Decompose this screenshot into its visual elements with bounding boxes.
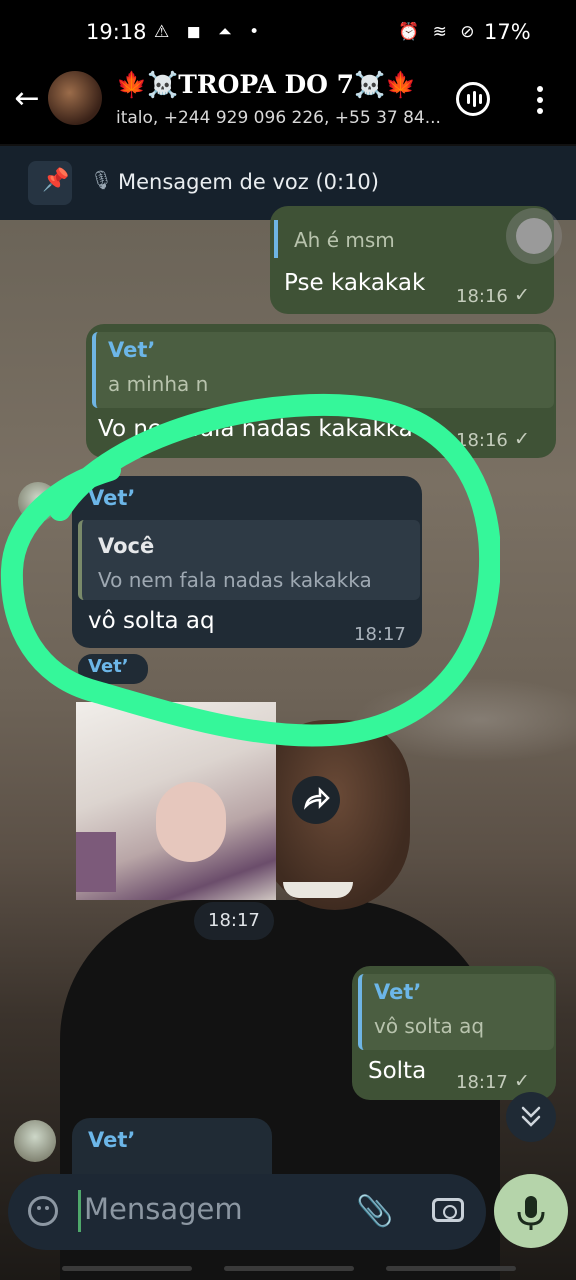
status-time: 19:18 <box>86 20 147 44</box>
microphone-icon: 🎙 <box>90 170 113 191</box>
voice-chat-icon[interactable] <box>456 82 490 116</box>
sent-check-icon: ✓ <box>514 284 530 306</box>
group-avatar[interactable] <box>48 71 102 125</box>
message-bubble-outgoing[interactable]: Vet’ vô solta aq Solta 18:17 ✓ <box>352 966 556 1100</box>
text-caret <box>78 1190 81 1232</box>
sender-avatar[interactable] <box>14 1120 56 1162</box>
chat-header: ← 🍁☠️TROPA DO 7☠️🍁 italo, +244 929 096 2… <box>0 64 576 144</box>
group-members[interactable]: italo, +244 929 096 226, +55 37 84... <box>116 108 441 128</box>
battery-level: 17% <box>484 20 531 44</box>
nav-bar <box>224 1266 354 1271</box>
quote-sender: Vet’ <box>108 338 156 362</box>
message-time: 18:16 <box>456 286 508 307</box>
system-icons: ⏰ ≋ ⊘ <box>398 22 479 42</box>
message-bubble-incoming[interactable]: Vet’ <box>72 1118 272 1174</box>
sent-check-icon: ✓ <box>514 428 530 450</box>
message-time: 18:17 <box>208 910 260 931</box>
quote-text: Ah é msm <box>294 228 395 252</box>
scroll-down-icon[interactable] <box>506 1092 556 1142</box>
quote-sender: Vet’ <box>374 980 422 1004</box>
message-sender: Vet’ <box>88 1128 136 1152</box>
floating-bubble[interactable] <box>506 208 562 264</box>
pin-icon: 📌 <box>42 168 70 193</box>
message-text: Pse kakakak <box>284 270 426 296</box>
sent-check-icon: ✓ <box>514 1070 530 1092</box>
wallpaper-smile <box>283 882 353 898</box>
status-bar: 19:18 ⚠ ◼ ⏶ • ⏰ ≋ ⊘ 17% <box>0 0 576 64</box>
microphone-icon[interactable] <box>494 1174 568 1248</box>
message-time: 18:17 <box>456 1072 508 1093</box>
notification-icons: ⚠ ◼ ⏶ • <box>154 22 266 42</box>
nav-bar <box>386 1266 516 1271</box>
nav-bar <box>62 1266 192 1271</box>
photo-time-badge: 18:17 <box>194 902 274 940</box>
back-arrow-icon[interactable]: ← <box>10 84 44 118</box>
forward-icon[interactable] <box>292 776 340 824</box>
camera-icon[interactable] <box>432 1198 464 1222</box>
group-title[interactable]: 🍁☠️TROPA DO 7☠️🍁 <box>116 70 416 100</box>
emoji-icon[interactable] <box>28 1196 58 1226</box>
more-menu-icon[interactable] <box>530 82 550 118</box>
message-composer: Mensagem 📎 <box>8 1174 486 1250</box>
message-text: Solta <box>368 1058 427 1084</box>
pinned-message-text: Mensagem de voz (0:10) <box>118 170 379 194</box>
message-input[interactable]: Mensagem <box>84 1192 243 1226</box>
quote-text: vô solta aq <box>374 1014 485 1038</box>
attach-icon[interactable]: 📎 <box>356 1194 393 1229</box>
annotation-circle <box>0 393 500 747</box>
